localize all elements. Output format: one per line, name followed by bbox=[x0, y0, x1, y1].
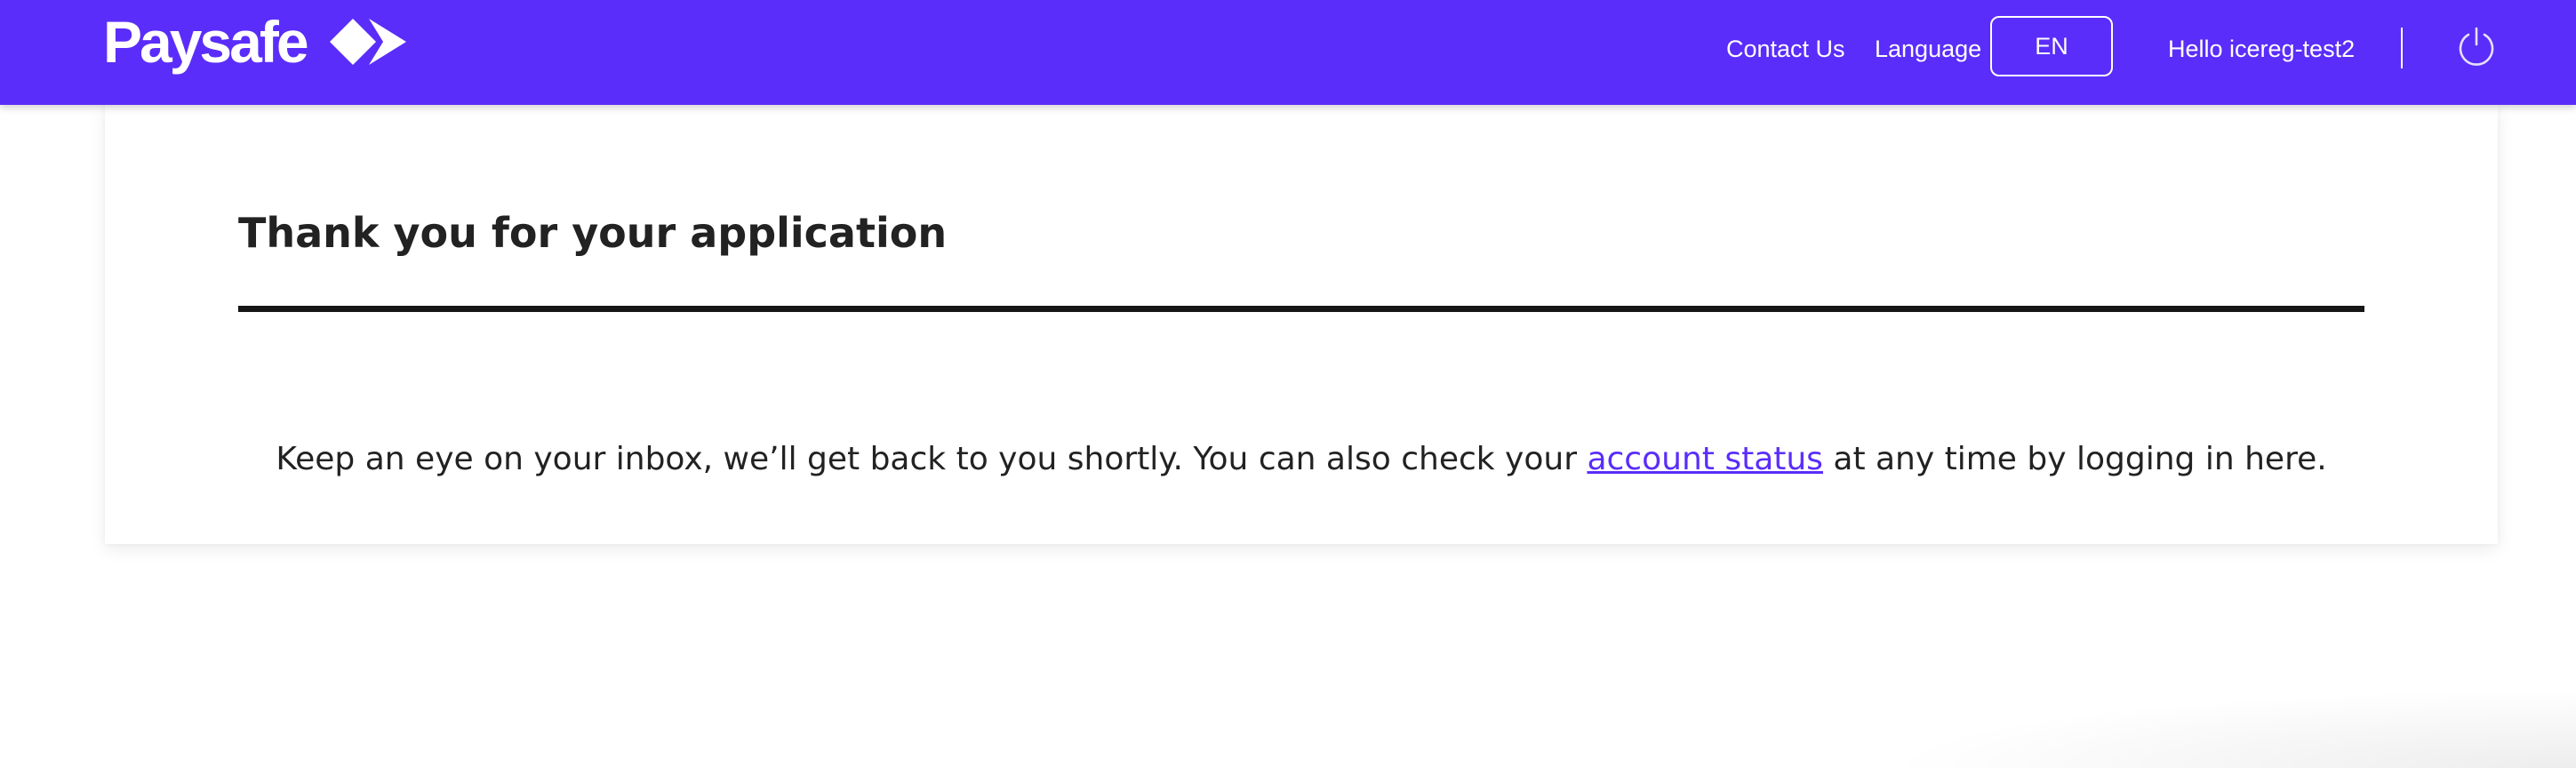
page-title: Thank you for your application bbox=[238, 209, 948, 257]
language-value: EN bbox=[2035, 32, 2068, 60]
language-label: Language bbox=[1875, 36, 1982, 62]
corner-shadow bbox=[1883, 688, 2576, 768]
message-text-after: at any time by logging in here. bbox=[1822, 441, 2327, 477]
header-divider bbox=[2401, 28, 2403, 68]
account-status-link[interactable]: account status bbox=[1587, 441, 1822, 477]
confirmation-message: Keep an eye on your inbox, we’ll get bac… bbox=[238, 437, 2364, 482]
top-navigation-bar: Paysafe Contact Us Language EN Hello ice… bbox=[0, 0, 2576, 105]
power-icon[interactable] bbox=[2455, 25, 2498, 68]
paysafe-diamonds-logo-icon bbox=[329, 19, 406, 65]
language-selector-button[interactable]: EN bbox=[1990, 16, 2113, 76]
confirmation-card: Thank you for your application Keep an e… bbox=[105, 105, 2498, 544]
paysafe-logo[interactable]: Paysafe bbox=[103, 11, 410, 73]
message-text-before: Keep an eye on your inbox, we’ll get bac… bbox=[276, 441, 1588, 477]
title-divider bbox=[238, 306, 2364, 312]
contact-us-link[interactable]: Contact Us bbox=[1726, 34, 1845, 64]
user-greeting: Hello icereg-test2 bbox=[2168, 36, 2356, 62]
logo-text: Paysafe bbox=[103, 9, 309, 75]
